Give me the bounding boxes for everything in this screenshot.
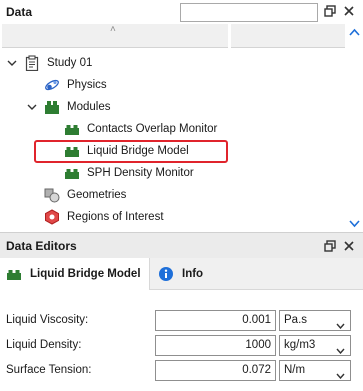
field-row-liquid-viscosity: Liquid Viscosity: 0.001 Pa.s: [0, 310, 363, 332]
chevron-down-icon[interactable]: [6, 57, 18, 69]
select-value: N/m: [284, 364, 306, 376]
close-icon[interactable]: [343, 240, 357, 254]
data-editors-title: Data Editors: [6, 239, 77, 253]
data-panel-title: Data: [6, 5, 33, 19]
geometries-icon: [44, 187, 60, 203]
liquid-density-input[interactable]: 1000: [155, 335, 276, 356]
tree-item-study[interactable]: Study 01: [6, 52, 92, 74]
tab-label: Info: [182, 268, 204, 280]
restore-icon[interactable]: [324, 240, 338, 254]
tab-label: Liquid Bridge Model: [30, 268, 141, 280]
tree-column-header-extra[interactable]: [231, 24, 345, 48]
tree-scrollbar[interactable]: [346, 26, 363, 230]
field-row-liquid-density: Liquid Density: 1000 kg/m3: [0, 335, 363, 357]
tree-item-sph-density-monitor[interactable]: SPH Density Monitor: [64, 162, 194, 184]
tree-item-label: Contacts Overlap Monitor: [87, 123, 218, 135]
surface-tension-unit-select[interactable]: N/m: [279, 360, 351, 381]
tree-item-contacts-overlap-monitor[interactable]: Contacts Overlap Monitor: [64, 118, 217, 140]
module-icon: [6, 266, 22, 282]
field-label: Liquid Viscosity:: [6, 314, 89, 326]
field-row-surface-tension: Surface Tension: 0.072 N/m: [0, 360, 363, 382]
close-icon[interactable]: [343, 5, 357, 19]
scroll-up-icon[interactable]: [349, 28, 360, 37]
chevron-down-icon: [336, 367, 345, 380]
liquid-density-unit-select[interactable]: kg/m3: [279, 335, 351, 356]
tab-info[interactable]: Info: [150, 258, 212, 290]
liquid-viscosity-input[interactable]: 0.001: [155, 310, 276, 331]
editor-tabs: Liquid Bridge Model Info: [0, 258, 363, 290]
data-panel-header: Data: [0, 0, 363, 24]
field-label: Surface Tension:: [6, 364, 92, 376]
tree-item-modules[interactable]: Modules: [26, 96, 110, 118]
module-icon: [64, 165, 80, 181]
surface-tension-input[interactable]: 0.072: [155, 360, 276, 381]
regions-icon: [44, 209, 60, 225]
restore-icon[interactable]: [324, 5, 338, 19]
tree-item-regions-of-interest[interactable]: Regions of Interest: [44, 206, 164, 228]
chevron-down-icon: [336, 317, 345, 330]
select-value: kg/m3: [284, 339, 316, 351]
modules-icon: [44, 99, 60, 115]
tree-item-label: Geometries: [67, 189, 127, 201]
sort-up-icon: ˄: [110, 24, 116, 35]
select-value: Pa.s: [284, 314, 308, 326]
physics-icon: [44, 77, 60, 93]
tree-item-label: Modules: [67, 101, 111, 113]
tree-item-label: Regions of Interest: [67, 211, 164, 223]
info-icon: [158, 266, 174, 282]
tree-column-header-name[interactable]: ˄: [2, 24, 228, 48]
selection-highlight: [34, 140, 228, 163]
module-icon: [64, 121, 80, 137]
tree-item-geometries[interactable]: Geometries: [44, 184, 126, 206]
tree-item-label: SPH Density Monitor: [87, 167, 194, 179]
data-editors-header: Data Editors: [0, 232, 363, 258]
liquid-viscosity-unit-select[interactable]: Pa.s: [279, 310, 351, 331]
chevron-down-icon[interactable]: [26, 101, 38, 113]
chevron-down-icon: [336, 342, 345, 355]
data-search-input[interactable]: [180, 3, 318, 22]
tree-item-label: Physics: [67, 79, 107, 91]
field-label: Liquid Density:: [6, 339, 82, 351]
tree-item-label: Study 01: [47, 57, 93, 69]
clipboard-icon: [24, 55, 40, 72]
scroll-down-icon[interactable]: [349, 219, 360, 228]
liquid-bridge-form: Liquid Viscosity: 0.001 Pa.s Liquid Dens…: [0, 290, 363, 391]
tree-item-physics[interactable]: Physics: [44, 74, 107, 96]
tab-liquid-bridge-model[interactable]: Liquid Bridge Model: [0, 258, 150, 290]
